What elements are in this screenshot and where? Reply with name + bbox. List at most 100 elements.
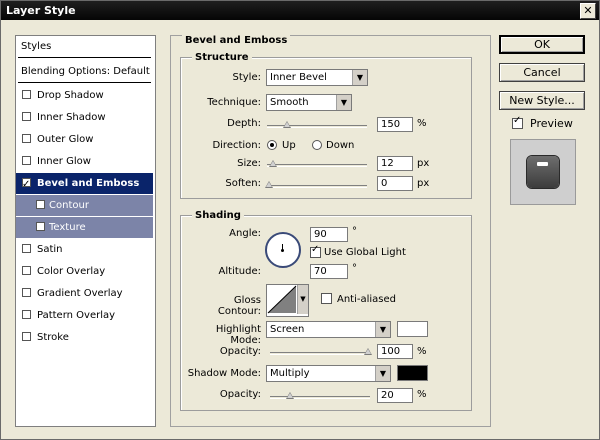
style-checkbox[interactable]	[22, 174, 31, 195]
shadow-mode-select[interactable]: Multiply ▼	[266, 365, 391, 382]
style-item-label: Satin	[37, 244, 63, 255]
soften-label: Soften:	[225, 178, 261, 189]
soften-input[interactable]: 0	[377, 176, 413, 191]
new-style-button[interactable]: New Style...	[499, 91, 585, 110]
styles-list: Styles Blending Options: Default Drop Sh…	[15, 35, 156, 427]
use-global-light-checkbox[interactable]	[310, 244, 321, 258]
style-item-pattern-overlay[interactable]: Pattern Overlay	[16, 305, 153, 326]
style-checkbox[interactable]	[22, 90, 31, 99]
altitude-unit: °	[352, 263, 357, 274]
shading-title: Shading	[192, 210, 244, 221]
style-checkbox[interactable]	[22, 156, 31, 165]
gloss-contour-label: Gloss Contour:	[217, 295, 261, 317]
style-item-gradient-overlay[interactable]: Gradient Overlay	[16, 283, 153, 304]
angle-input[interactable]: 90	[310, 227, 348, 242]
depth-label: Depth:	[227, 118, 261, 129]
size-input[interactable]: 12	[377, 156, 413, 171]
close-button[interactable]: ✕	[580, 3, 596, 19]
altitude-label: Altitude:	[218, 266, 261, 277]
angle-dial[interactable]	[265, 232, 301, 268]
anti-aliased-checkbox[interactable]	[321, 293, 332, 304]
angle-dial-center	[281, 249, 284, 252]
style-checkbox[interactable]	[22, 310, 31, 319]
style-item-label: Outer Glow	[37, 134, 94, 145]
soften-slider[interactable]	[265, 181, 367, 188]
style-item-color-overlay[interactable]: Color Overlay	[16, 261, 153, 282]
preview-checkbox[interactable]	[512, 115, 523, 129]
anti-aliased-label: Anti-aliased	[337, 294, 397, 305]
style-item-label: Inner Shadow	[37, 112, 106, 123]
style-checkbox[interactable]	[22, 266, 31, 275]
style-item-label: Drop Shadow	[37, 90, 104, 101]
style-checkbox[interactable]	[36, 222, 45, 231]
highlight-mode-select[interactable]: Screen ▼	[266, 321, 391, 338]
angle-label: Angle:	[229, 228, 261, 239]
shadow-opacity-label: Opacity:	[219, 389, 261, 400]
depth-slider-thumb[interactable]	[283, 121, 291, 128]
style-checkbox[interactable]	[22, 134, 31, 143]
style-item-label: Color Overlay	[37, 266, 106, 277]
shadow-opacity-slider[interactable]	[270, 392, 370, 399]
preview-thumbnail	[527, 156, 559, 188]
style-checkbox[interactable]	[22, 288, 31, 297]
size-slider[interactable]	[267, 160, 367, 167]
title-bar[interactable]: Layer Style ✕	[1, 1, 599, 20]
bevel-emboss-title: Bevel and Emboss	[182, 35, 291, 46]
style-item-inner-glow[interactable]: Inner Glow	[16, 151, 153, 172]
style-checkbox[interactable]	[22, 112, 31, 121]
styles-header[interactable]: Styles	[16, 36, 153, 57]
angle-unit: °	[352, 226, 357, 237]
chevron-down-icon[interactable]: ▼	[297, 285, 308, 314]
blending-options-item[interactable]: Blending Options: Default	[16, 61, 153, 82]
style-checkbox[interactable]	[36, 200, 45, 209]
style-item-label: Bevel and Emboss	[37, 178, 140, 189]
depth-input[interactable]: 150	[377, 117, 413, 132]
direction-down-radio[interactable]	[312, 140, 322, 150]
shadow-mode-label: Shadow Mode:	[187, 368, 261, 379]
structure-title: Structure	[192, 52, 252, 63]
depth-slider[interactable]	[267, 121, 367, 128]
layer-style-dialog: Layer Style ✕ Styles Blending Options: D…	[0, 0, 600, 440]
size-slider-thumb[interactable]	[269, 160, 277, 167]
style-item-texture[interactable]: Texture	[16, 217, 153, 238]
chevron-down-icon: ▼	[375, 322, 390, 337]
ok-button[interactable]: OK	[499, 35, 585, 54]
gloss-contour-picker[interactable]: ▼	[266, 284, 309, 317]
direction-up-label: Up	[282, 140, 296, 151]
style-item-stroke[interactable]: Stroke	[16, 327, 153, 348]
style-item-outer-glow[interactable]: Outer Glow	[16, 129, 153, 150]
size-label: Size:	[237, 158, 261, 169]
style-item-label: Gradient Overlay	[37, 288, 123, 299]
style-item-contour[interactable]: Contour	[16, 195, 153, 216]
style-checkbox[interactable]	[22, 244, 31, 253]
highlight-opacity-slider[interactable]	[270, 348, 372, 355]
style-item-drop-shadow[interactable]: Drop Shadow	[16, 85, 153, 106]
style-select[interactable]: Inner Bevel ▼	[266, 69, 368, 86]
highlight-color-swatch[interactable]	[397, 321, 428, 337]
direction-up-radio[interactable]	[267, 140, 277, 150]
chevron-down-icon: ▼	[336, 95, 351, 110]
use-global-light-label: Use Global Light	[324, 247, 406, 258]
highlight-opacity-thumb[interactable]	[364, 348, 372, 355]
style-item-satin[interactable]: Satin	[16, 239, 153, 260]
altitude-input[interactable]: 70	[310, 264, 348, 279]
window-title: Layer Style	[6, 4, 76, 17]
shadow-opacity-input[interactable]: 20	[377, 388, 413, 403]
style-item-label: Stroke	[37, 332, 69, 343]
highlight-opacity-input[interactable]: 100	[377, 344, 413, 359]
divider	[18, 57, 151, 58]
technique-select[interactable]: Smooth ▼	[266, 94, 352, 111]
cancel-button[interactable]: Cancel	[499, 63, 585, 82]
soften-slider-thumb[interactable]	[265, 181, 273, 188]
shadow-color-swatch[interactable]	[397, 365, 428, 381]
preview-label: Preview	[530, 117, 573, 130]
chevron-down-icon: ▼	[375, 366, 390, 381]
style-item-label: Inner Glow	[37, 156, 91, 167]
style-label: Style:	[232, 72, 262, 83]
highlight-opacity-label: Opacity:	[219, 346, 261, 357]
shadow-opacity-thumb[interactable]	[286, 392, 294, 399]
style-checkbox[interactable]	[22, 332, 31, 341]
style-item-inner-shadow[interactable]: Inner Shadow	[16, 107, 153, 128]
direction-down-label: Down	[326, 140, 355, 151]
style-item-bevel-and-emboss[interactable]: Bevel and Emboss	[16, 173, 153, 195]
